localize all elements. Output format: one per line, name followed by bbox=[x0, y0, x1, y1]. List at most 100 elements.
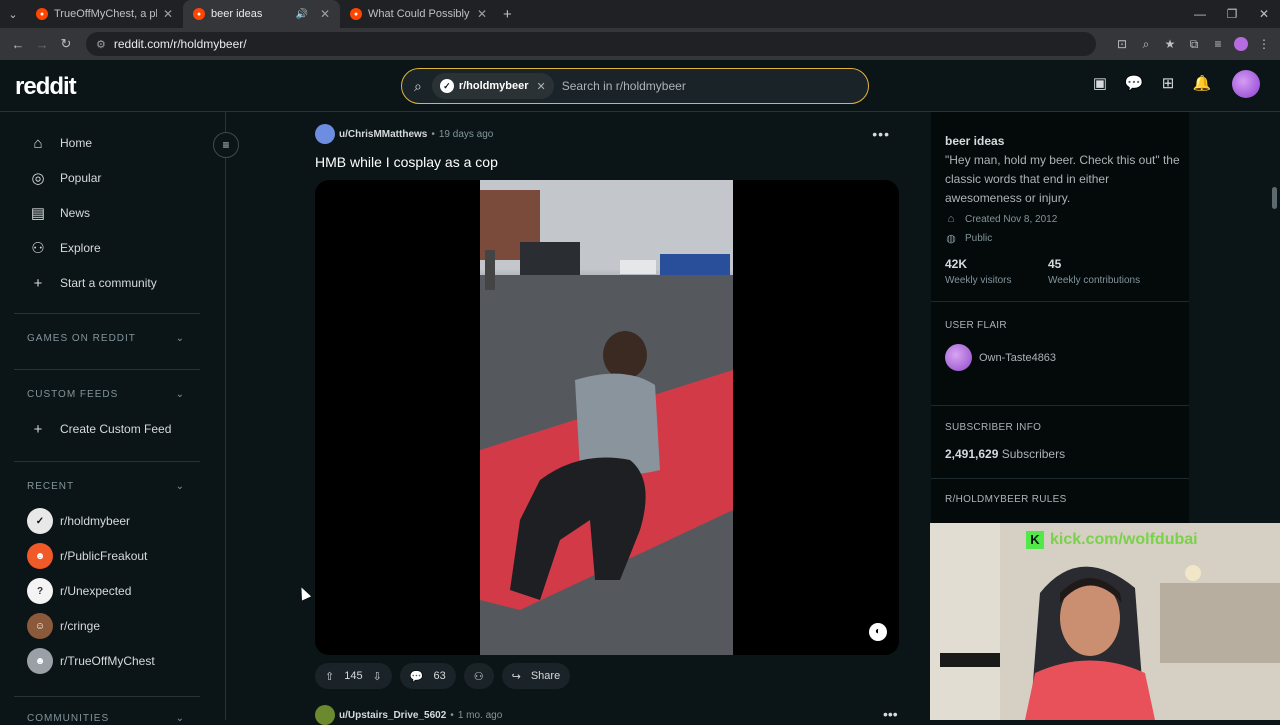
holdmybeer-avatar: ✓ bbox=[27, 508, 53, 534]
chevron-down-icon: ⌄ bbox=[175, 713, 185, 724]
bookmark-star-icon[interactable]: ★ bbox=[1162, 37, 1178, 52]
sidebar-item-start-community[interactable]: + Start a community bbox=[28, 271, 157, 295]
zoom-icon[interactable]: ⌕ bbox=[1138, 37, 1154, 52]
section-title: RECENT bbox=[27, 481, 75, 492]
visitors-count: 42K bbox=[945, 257, 968, 271]
tab-title: beer ideas bbox=[211, 8, 263, 20]
recent-item-label: r/holdmybeer bbox=[60, 514, 131, 528]
sidebar-item-explore[interactable]: ⚇ Explore bbox=[28, 236, 100, 260]
browser-toolbar: ← → ↻ ⚙ reddit.com/r/holdmybeer/ ⊡ ⌕ ★ ⧉… bbox=[0, 28, 1280, 60]
install-app-icon[interactable]: ⊡ bbox=[1114, 37, 1130, 52]
reddit-header: reddit ⌕ ✓ r/holdmybeer ✕ ▣ 💬 ⊞ 🔔 bbox=[0, 60, 1280, 112]
reload-icon[interactable]: ↻ bbox=[54, 36, 78, 52]
close-tab-icon[interactable]: ✕ bbox=[163, 7, 173, 21]
downvote-icon[interactable]: ⇩ bbox=[373, 670, 382, 683]
tab-search-icon[interactable]: ⌄ bbox=[0, 8, 26, 21]
scrollbar-thumb[interactable] bbox=[1272, 187, 1277, 209]
divider bbox=[14, 313, 200, 314]
custom-feeds-section-header[interactable]: CUSTOM FEEDS ⌄ bbox=[27, 389, 185, 400]
close-tab-icon[interactable]: ✕ bbox=[320, 7, 330, 21]
profile-icon[interactable] bbox=[1234, 36, 1248, 51]
recent-item-label: r/PublicFreakout bbox=[60, 549, 148, 563]
sidebar-item-popular[interactable]: ◎ Popular bbox=[28, 166, 101, 190]
recent-item-label: r/cringe bbox=[60, 619, 101, 633]
notifications-icon[interactable]: 🔔 bbox=[1192, 74, 1212, 94]
browser-tab[interactable]: ● TrueOffMyChest, a place for pe ✕ bbox=[26, 0, 183, 28]
recent-item[interactable]: ? r/Unexpected bbox=[27, 578, 131, 604]
community-search-chip[interactable]: ✓ r/holdmybeer ✕ bbox=[431, 73, 554, 99]
recent-item[interactable]: ✓ r/holdmybeer bbox=[27, 508, 130, 534]
create-custom-feed[interactable]: + Create Custom Feed bbox=[28, 417, 172, 441]
site-info-icon[interactable]: ⚙ bbox=[96, 38, 106, 51]
reddit-logo[interactable]: reddit bbox=[15, 73, 77, 101]
post-age: 19 days ago bbox=[438, 128, 494, 140]
chat-icon[interactable]: 💬 bbox=[1124, 74, 1144, 94]
browser-tab-active[interactable]: ● beer ideas 🔊 ✕ bbox=[183, 0, 340, 28]
divider bbox=[14, 696, 200, 697]
share-button[interactable]: ↪ Share bbox=[501, 663, 571, 689]
back-icon[interactable]: ← bbox=[6, 37, 30, 52]
tab-title: What Could Possibly Go Wrong bbox=[368, 8, 471, 20]
sidebar-item-news[interactable]: ▤ News bbox=[28, 201, 90, 225]
recent-item[interactable]: ☻ r/TrueOffMyChest bbox=[27, 648, 155, 674]
explore-icon: ⚇ bbox=[31, 240, 45, 257]
collapse-sidebar-button[interactable]: ≡ bbox=[213, 132, 239, 158]
upvote-icon[interactable]: ⇧ bbox=[325, 670, 334, 683]
create-post-icon[interactable]: ⊞ bbox=[1158, 74, 1178, 94]
award-icon: ⚇ bbox=[473, 670, 484, 683]
speaker-icon[interactable]: 🔊 bbox=[295, 9, 307, 20]
address-bar[interactable]: ⚙ reddit.com/r/holdmybeer/ bbox=[86, 32, 1096, 56]
post-author[interactable]: u/ChrisMMatthews bbox=[339, 129, 427, 140]
browser-tab[interactable]: ● What Could Possibly Go Wrong ✕ bbox=[340, 0, 497, 28]
community-icon: ✓ bbox=[439, 79, 454, 93]
search-bar[interactable]: ⌕ ✓ r/holdmybeer ✕ bbox=[401, 68, 869, 104]
section-title: CUSTOM FEEDS bbox=[27, 389, 119, 400]
comments-button[interactable]: 💬 63 bbox=[399, 663, 456, 689]
stream-url-overlay: K kick.com/wolfdubai bbox=[1026, 531, 1198, 549]
video-still bbox=[480, 180, 733, 655]
media-control-icon[interactable]: ≡ bbox=[1210, 37, 1226, 52]
close-window-icon[interactable]: ✕ bbox=[1248, 0, 1280, 28]
sidebar-item-label: News bbox=[60, 206, 91, 220]
chip-label: r/holdmybeer bbox=[458, 80, 529, 92]
volume-icon[interactable]: ◐ bbox=[869, 623, 887, 641]
recent-item[interactable]: ☻ r/PublicFreakout bbox=[27, 543, 147, 569]
post-title[interactable]: HMB while I cosplay as a cop bbox=[315, 154, 498, 170]
search-input[interactable] bbox=[561, 79, 862, 93]
reddit-favicon-icon: ● bbox=[36, 8, 48, 20]
communities-section-header[interactable]: COMMUNITIES ⌄ bbox=[27, 713, 185, 724]
sidebar-item-home[interactable]: ⌂ Home bbox=[28, 131, 92, 155]
author-avatar[interactable] bbox=[315, 705, 335, 725]
extensions-icon[interactable]: ⧉ bbox=[1186, 37, 1202, 52]
games-section-header[interactable]: GAMES ON REDDIT ⌄ bbox=[27, 333, 185, 344]
cake-icon: ⌂ bbox=[947, 213, 955, 225]
restore-icon[interactable]: ❐ bbox=[1216, 0, 1248, 28]
menu-icon[interactable]: ⋮ bbox=[1256, 37, 1272, 52]
post-card[interactable]: u/ChrisMMatthews • 19 days ago ••• HMB w… bbox=[315, 124, 900, 689]
subscriber-count: 2,491,629 Subscribers bbox=[945, 447, 1065, 461]
comment-icon: 💬 bbox=[409, 670, 424, 683]
recent-item[interactable]: ☺ r/cringe bbox=[27, 613, 100, 639]
remove-chip-icon[interactable]: ✕ bbox=[537, 80, 546, 93]
minimize-icon[interactable]: — bbox=[1184, 0, 1216, 28]
home-icon: ⌂ bbox=[33, 134, 43, 152]
meta-separator: • bbox=[450, 709, 454, 721]
post-actions: ⇧ 145 ⇩ 💬 63 ⚇ ↪ Share bbox=[315, 663, 571, 689]
subscriber-number: 2,491,629 bbox=[945, 447, 999, 461]
plus-icon: + bbox=[33, 420, 43, 438]
user-avatar[interactable] bbox=[1232, 70, 1260, 98]
user-flair[interactable]: Own-Taste4863 bbox=[945, 344, 1056, 371]
post-video-player[interactable]: ◐ bbox=[315, 180, 899, 655]
more-options-icon[interactable]: ••• bbox=[872, 126, 890, 142]
award-button[interactable]: ⚇ bbox=[463, 663, 494, 689]
author-avatar[interactable] bbox=[315, 124, 335, 144]
video-frame[interactable] bbox=[480, 180, 733, 655]
post-author[interactable]: u/Upstairs_Drive_5602 bbox=[339, 710, 446, 721]
forward-icon[interactable]: → bbox=[30, 37, 54, 52]
user-flair-title: USER FLAIR bbox=[945, 320, 1007, 331]
recent-section-header[interactable]: RECENT ⌄ bbox=[27, 481, 185, 492]
comment-count: 63 bbox=[433, 670, 446, 682]
advertise-icon[interactable]: ▣ bbox=[1090, 74, 1110, 94]
close-tab-icon[interactable]: ✕ bbox=[477, 7, 487, 21]
new-tab-icon[interactable]: + bbox=[503, 6, 512, 23]
